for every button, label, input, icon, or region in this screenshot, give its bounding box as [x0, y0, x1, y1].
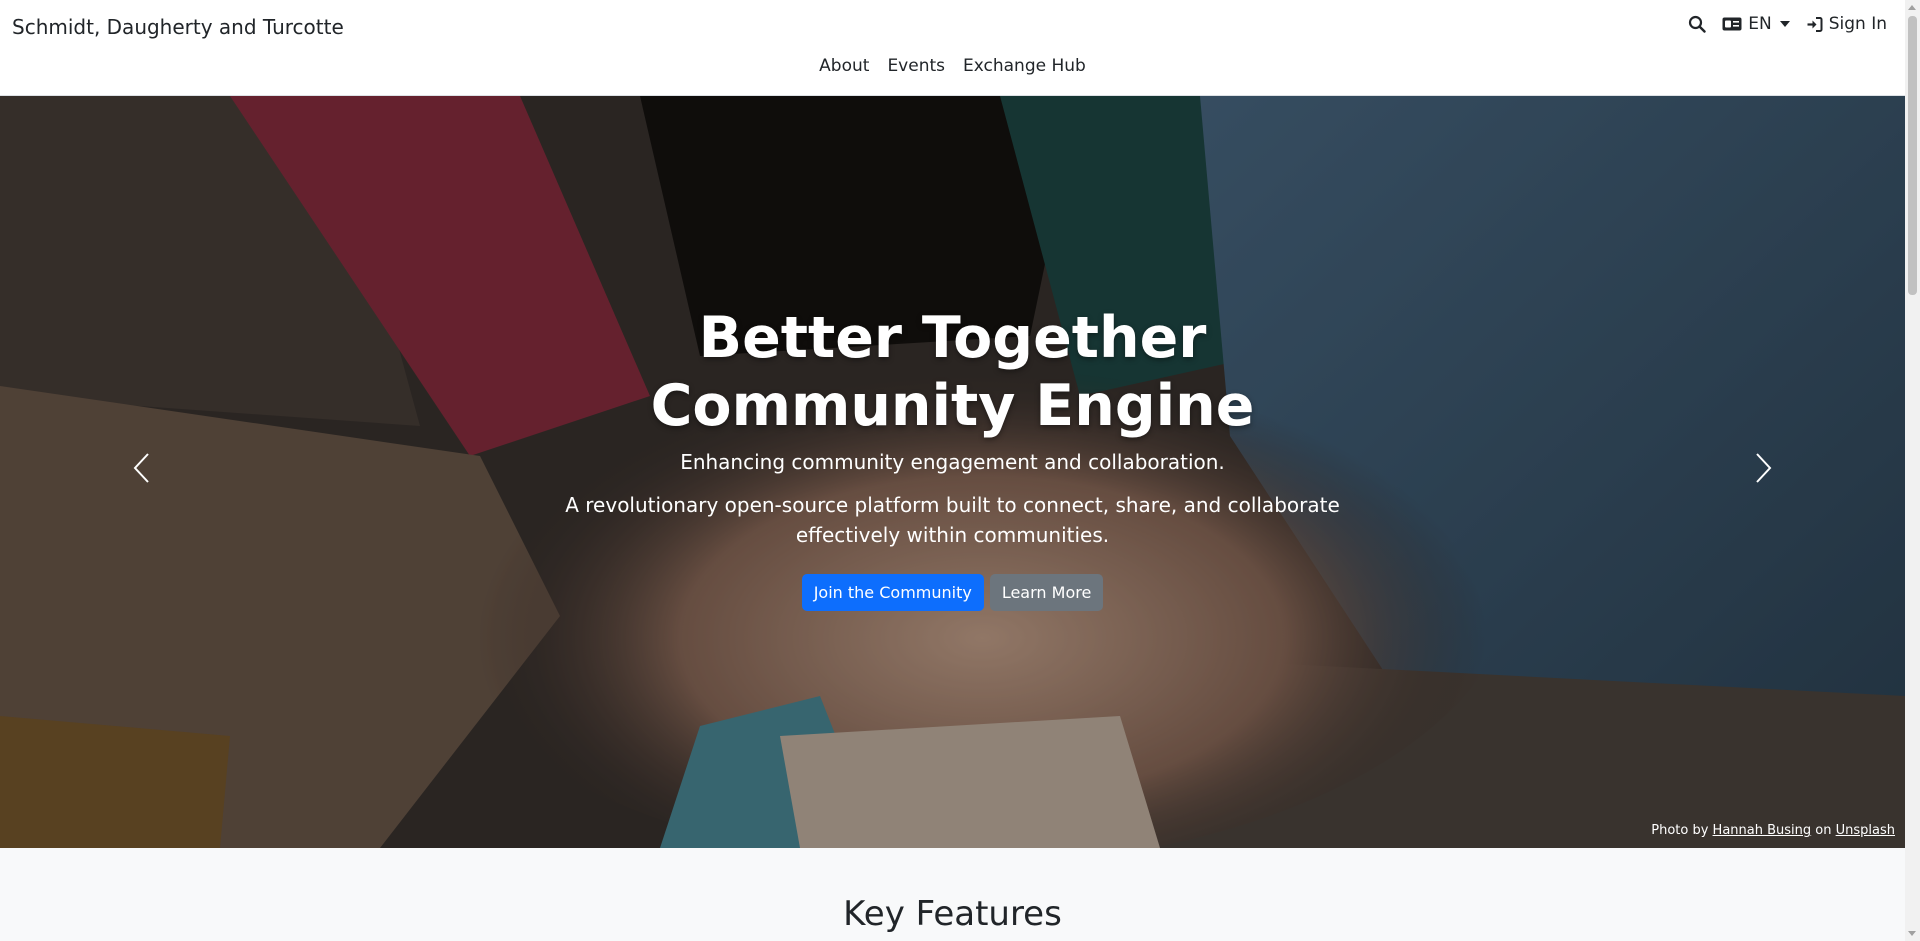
language-label: EN — [1748, 14, 1772, 34]
hero-buttons: Join the Community Learn More — [0, 574, 1905, 611]
features-heading: Key Features — [843, 894, 1062, 934]
page: Schmidt, Daugherty and Turcotte EN Sign … — [0, 0, 1905, 941]
search-icon — [1689, 15, 1706, 33]
main-nav: About Events Exchange Hub — [0, 56, 1905, 76]
top-navbar: Schmidt, Daugherty and Turcotte EN Sign … — [0, 0, 1905, 96]
hero-tagline: Enhancing community engagement and colla… — [680, 450, 1225, 474]
hero-title-line2: Community Engine — [650, 373, 1255, 439]
scroll-down-icon[interactable] — [1908, 931, 1916, 936]
nav-about[interactable]: About — [819, 56, 869, 76]
hero-title: Better Together Community Engine — [0, 304, 1905, 440]
chevron-down-icon — [1779, 21, 1790, 27]
join-community-button[interactable]: Join the Community — [801, 574, 984, 611]
credit-prefix: Photo by — [1651, 823, 1709, 838]
nav-right: EN Sign In — [1688, 14, 1887, 34]
sign-in-icon — [1807, 16, 1823, 32]
search-button[interactable] — [1688, 15, 1706, 33]
credit-site-link[interactable]: Unsplash — [1836, 823, 1895, 838]
scroll-up-icon[interactable] — [1908, 5, 1916, 10]
photo-credit: Photo by Hannah Busing on Unsplash — [1651, 823, 1895, 838]
scrollbar-thumb[interactable] — [1908, 16, 1917, 295]
nav-events[interactable]: Events — [887, 56, 945, 76]
features-section: Key Features — [0, 848, 1905, 941]
page-scrollbar[interactable] — [1905, 0, 1920, 941]
hero-content: Better Together Community Engine Enhanci… — [0, 304, 1905, 611]
credit-author-link[interactable]: Hannah Busing — [1713, 823, 1812, 838]
learn-more-button[interactable]: Learn More — [989, 574, 1104, 611]
credit-mid: on — [1815, 823, 1832, 838]
language-dropdown[interactable]: EN — [1722, 14, 1790, 34]
brand-link[interactable]: Schmidt, Daugherty and Turcotte — [12, 15, 344, 39]
nav-exchange-hub[interactable]: Exchange Hub — [963, 56, 1086, 76]
hero-description: A revolutionary open-source platform bui… — [565, 493, 1340, 547]
sign-in-link[interactable]: Sign In — [1806, 14, 1887, 34]
hero-carousel: Better Together Community Engine Enhanci… — [0, 96, 1905, 848]
sign-in-label: Sign In — [1828, 14, 1887, 34]
hero-title-line1: Better Together — [698, 305, 1207, 371]
language-icon — [1722, 17, 1742, 31]
